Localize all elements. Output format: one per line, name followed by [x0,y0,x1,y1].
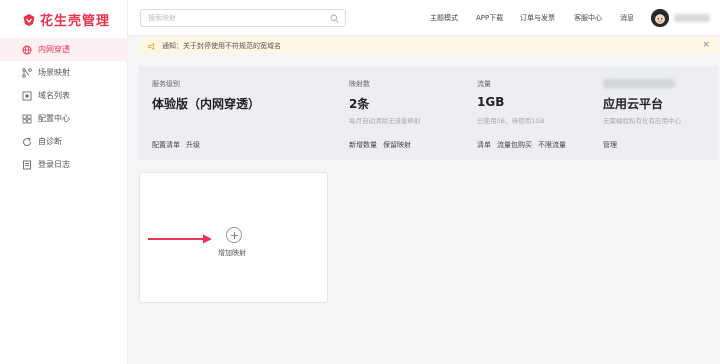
cloud-platform-links: 管理 [603,140,617,150]
cloud-platform-note: 无需编程私有化有应用中心 [603,117,681,125]
service-level-label: 服务级别 [152,80,180,88]
add-mapping-label: 增加映射 [218,249,246,257]
service-level-value: 体验版（内网穿透） [152,97,261,111]
sidebar-nav: 内网穿透 场景映射 域名列表 配置中心 自诊断 登录日志 [0,38,128,176]
sidebar-item-label: 配置中心 [38,114,70,123]
plus-circle-icon[interactable] [226,227,242,243]
log-icon [23,160,31,169]
upgrade-link[interactable]: 升级 [186,140,200,150]
account-stats-panel: 服务级别 体验版（内网穿透） 配置清单 升级 映射数 2条 每月自动清除无流量映… [139,66,718,160]
sidebar-item-label: 内网穿透 [38,45,70,54]
mapping-count-note: 每月自动清除无流量映射 [349,117,421,125]
brand-logo[interactable]: 花生壳管理 [22,10,110,29]
redacted-label [603,79,675,88]
cloud-platform-value: 应用云平台 [603,97,664,111]
search-icon[interactable] [330,14,339,23]
service-level-links: 配置清单 升级 [152,140,200,150]
orders-invoices-link[interactable]: 订单与发票 [520,13,555,23]
mapping-count-value: 2条 [349,97,370,111]
traffic-label: 流量 [477,80,491,88]
branch-icon [22,67,32,78]
sidebar-item-label: 域名列表 [38,91,70,100]
search-box [140,9,346,27]
megaphone-icon [147,42,155,50]
traffic-list-link[interactable]: 清单 [477,140,491,150]
mapping-count-label: 映射数 [349,80,370,88]
sidebar-item-label: 登录日志 [38,160,70,169]
sidebar-item-diagnose[interactable]: 自诊断 [0,130,128,153]
traffic-links: 清单 流量包购买 不限流量 [477,140,566,150]
username-redacted[interactable] [674,14,710,22]
unlimited-traffic-link[interactable]: 不限流量 [538,140,566,150]
add-quantity-link[interactable]: 新增数量 [349,140,377,150]
sidebar-item-intranet[interactable]: 内网穿透 [0,38,128,61]
traffic-value: 1GB [477,95,505,109]
traffic-usage-note: 已使用0B，待使用1GB [477,117,545,125]
notice-bar: 通知：关于封停使用不符规范的宽域名 × [139,37,718,55]
notice-text[interactable]: 通知：关于封停使用不符规范的宽域名 [162,41,281,51]
grid-icon [22,114,32,123]
domain-icon [22,91,32,100]
support-center-link[interactable]: 客服中心 [574,13,602,23]
traffic-pack-purchase-link[interactable]: 流量包购买 [497,140,532,150]
theme-mode-link[interactable]: 主题模式 [430,13,458,23]
keep-mapping-link[interactable]: 保留映射 [383,140,411,150]
globe-icon [22,45,32,54]
peanut-logo-icon [23,13,35,26]
mapping-links: 新增数量 保留映射 [349,140,411,150]
sidebar-item-login-log[interactable]: 登录日志 [0,153,128,176]
config-list-link[interactable]: 配置清单 [152,140,180,150]
sidebar-item-config[interactable]: 配置中心 [0,107,128,130]
sidebar: 花生壳管理 内网穿透 场景映射 域名列表 配置中心 自诊断 登录日志 [0,0,128,364]
app-download-link[interactable]: APP下载 [476,13,503,23]
sidebar-item-label: 自诊断 [38,137,62,146]
arrow-right-icon [148,234,212,244]
manage-link[interactable]: 管理 [603,140,617,150]
brand-name: 花生壳管理 [40,14,111,29]
refresh-icon [23,137,31,146]
sidebar-item-domains[interactable]: 域名列表 [0,84,128,107]
sidebar-item-scene[interactable]: 场景映射 [0,61,128,84]
sidebar-item-label: 场景映射 [38,68,70,77]
messages-link[interactable]: 消息 [620,13,634,23]
close-icon[interactable]: × [702,40,710,50]
avatar[interactable] [651,9,669,27]
top-header: 主题模式 APP下载 订单与发票 客服中心 消息 [128,0,720,36]
search-input[interactable] [148,14,328,22]
user-avatar-icon [651,9,669,27]
